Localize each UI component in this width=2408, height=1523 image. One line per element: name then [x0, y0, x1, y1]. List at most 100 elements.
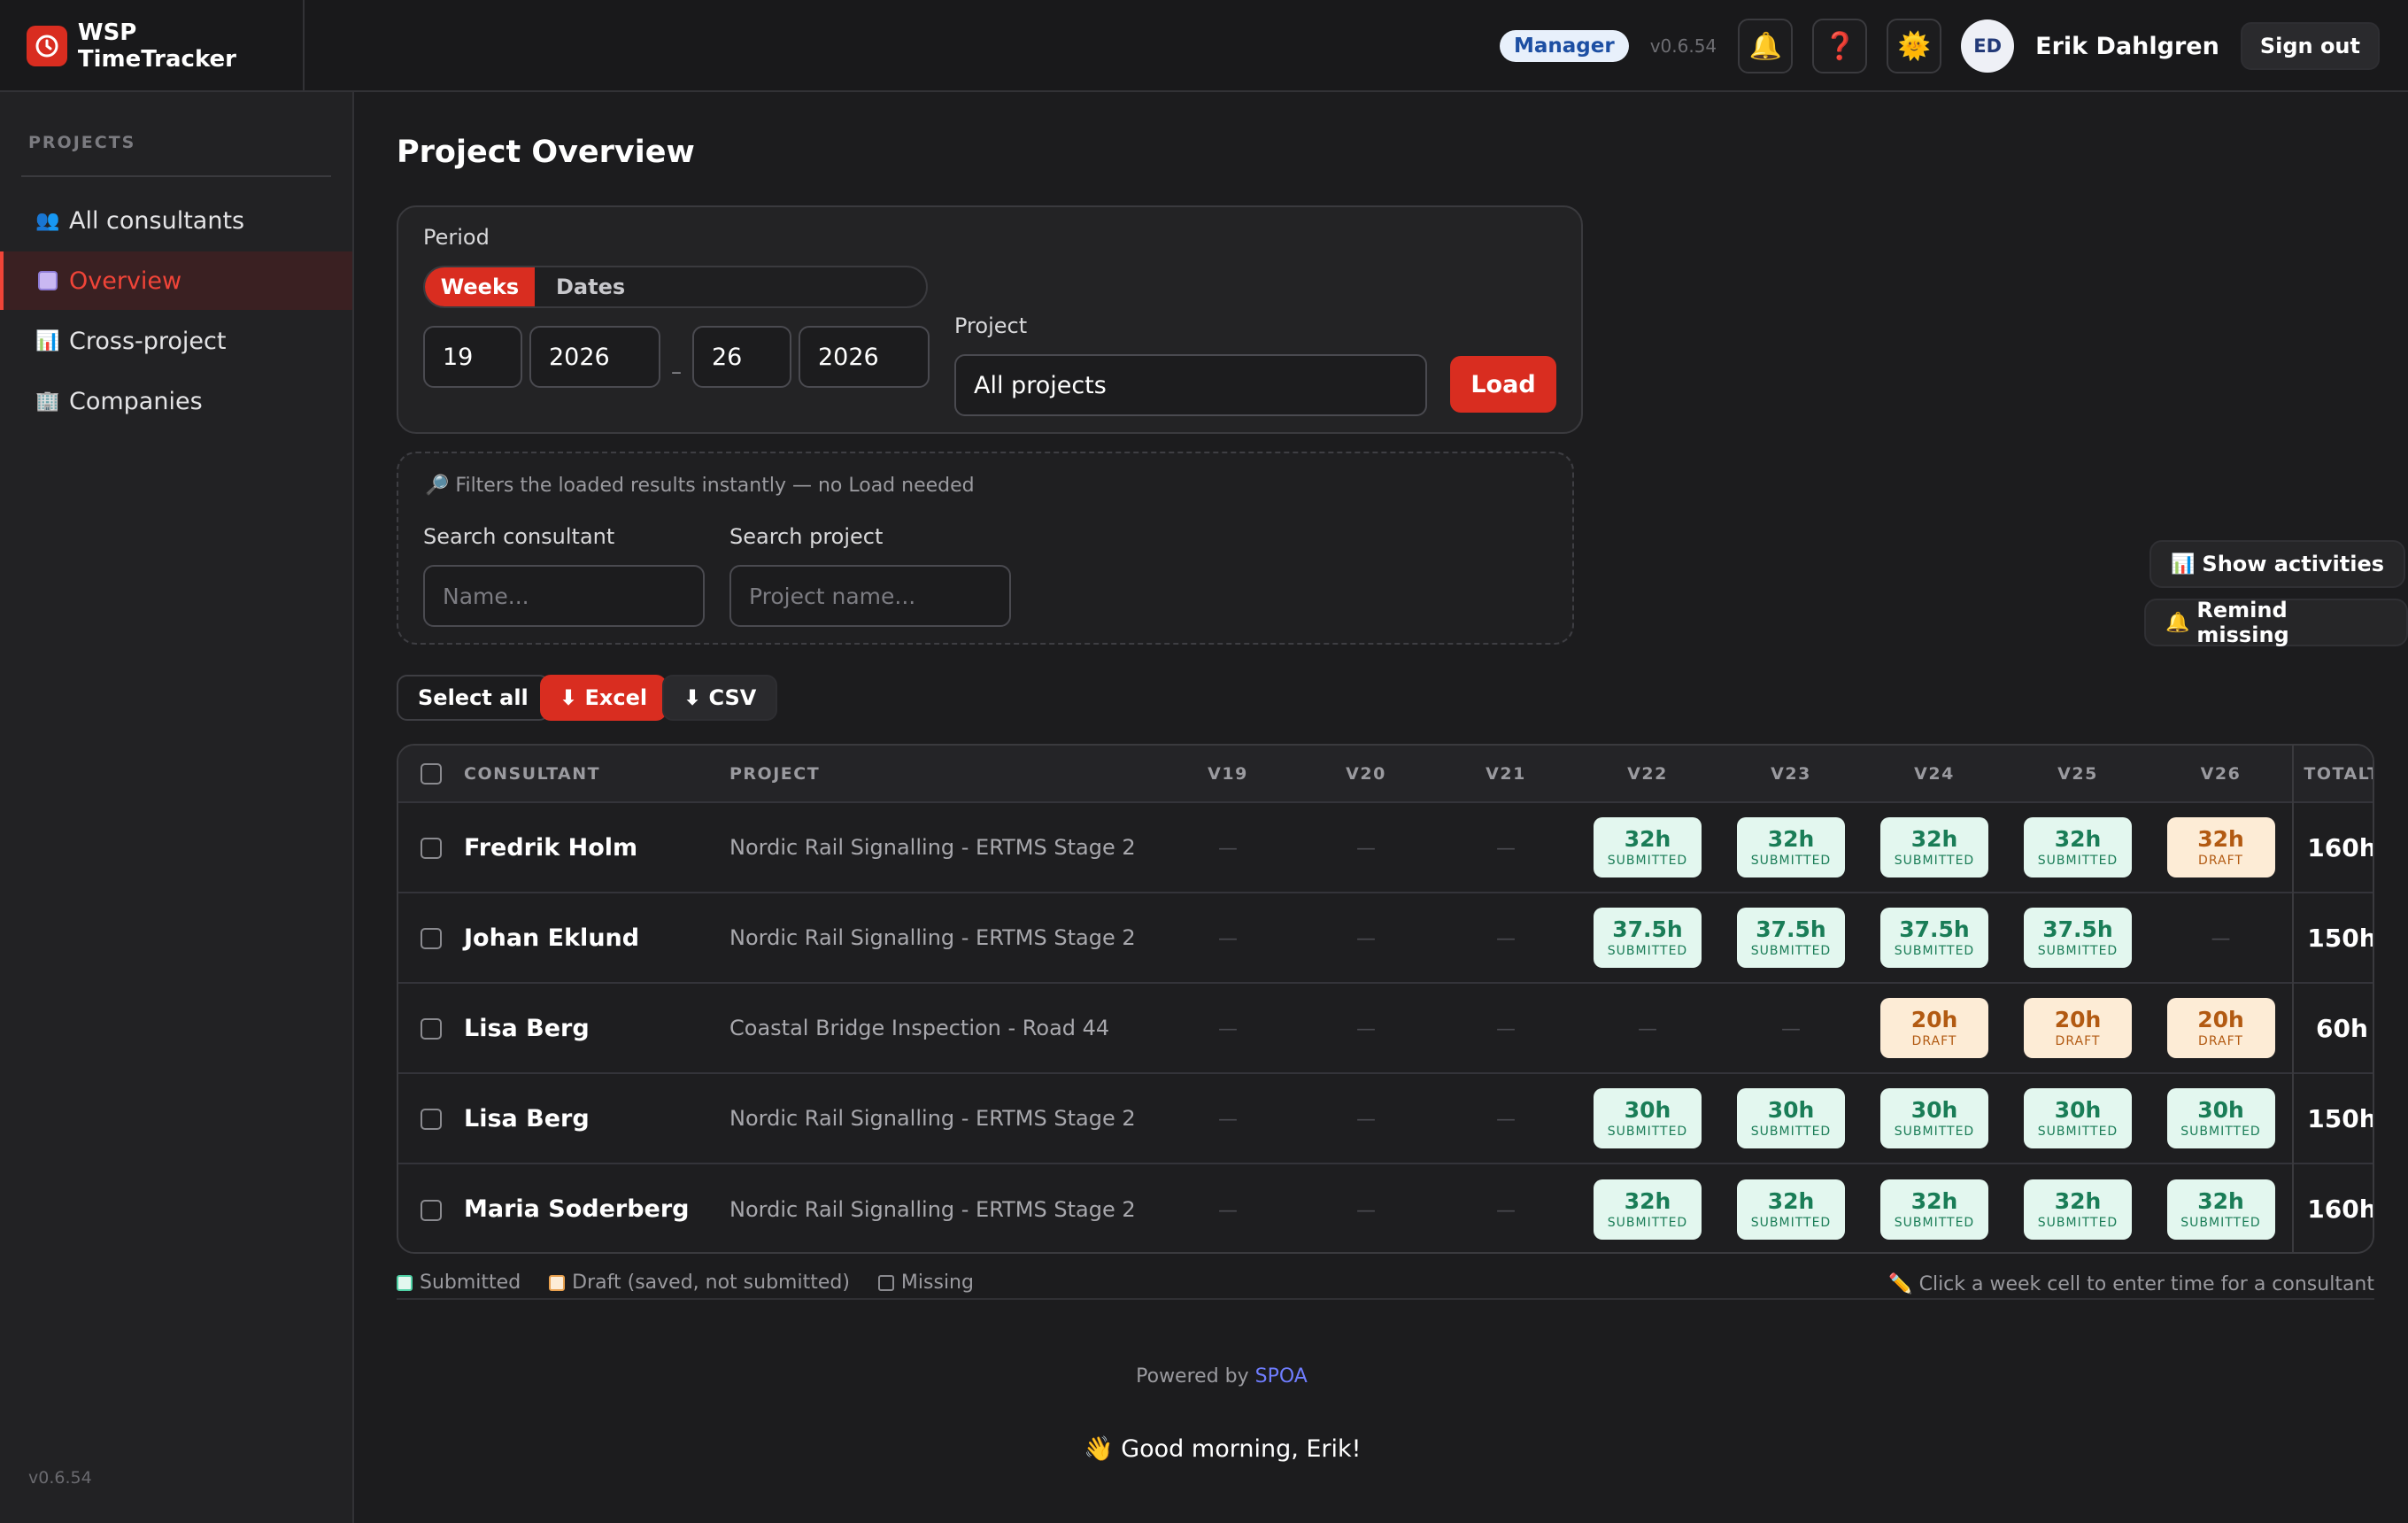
hours-value: 32h [1910, 826, 1958, 852]
row-checkbox[interactable] [421, 838, 442, 859]
empty-week-mark: — [1218, 928, 1238, 950]
week-cell[interactable]: 32h SUBMITTED [1576, 802, 1719, 893]
week-cell[interactable]: 32h SUBMITTED [1863, 802, 2006, 893]
sidebar-item-cross-project[interactable]: 📊 Cross-project [0, 312, 352, 370]
submitted-hours-chip[interactable]: 32h SUBMITTED [1880, 817, 1988, 877]
draft-hours-chip[interactable]: 20h DRAFT [1880, 998, 1988, 1058]
help-button[interactable]: ❓ [1812, 19, 1868, 73]
submitted-hours-chip[interactable]: 30h SUBMITTED [1880, 1088, 1988, 1148]
sidebar-item-companies[interactable]: 🏢 Companies [0, 372, 352, 430]
week-cell[interactable]: — [1160, 1073, 1296, 1164]
week-cell[interactable]: — [1576, 983, 1719, 1073]
week-cell[interactable]: 32h SUBMITTED [2006, 802, 2149, 893]
dates-mode-button[interactable]: Dates [535, 267, 625, 306]
submitted-hours-chip[interactable]: 37.5h SUBMITTED [1737, 908, 1845, 968]
brand[interactable]: WSP TimeTracker [27, 0, 305, 92]
from-week-input[interactable]: 19 [423, 326, 522, 388]
week-cell[interactable]: — [1436, 802, 1576, 893]
row-checkbox[interactable] [421, 1018, 442, 1040]
project-select[interactable]: All projects [954, 354, 1427, 416]
submitted-hours-chip[interactable]: 32h SUBMITTED [2024, 817, 2132, 877]
week-cell[interactable]: — [1436, 1073, 1576, 1164]
submitted-hours-chip[interactable]: 32h SUBMITTED [1594, 1179, 1702, 1240]
to-year-input[interactable]: 2026 [799, 326, 930, 388]
select-all-checkbox[interactable] [421, 762, 442, 785]
submitted-hours-chip[interactable]: 37.5h SUBMITTED [1880, 908, 1988, 968]
week-cell[interactable]: — [2149, 893, 2293, 983]
week-cell[interactable]: 20h DRAFT [1863, 983, 2006, 1073]
submitted-hours-chip[interactable]: 37.5h SUBMITTED [1594, 908, 1702, 968]
header-consultant[interactable]: CONSULTANT [464, 746, 729, 802]
week-cell[interactable]: — [1436, 893, 1576, 983]
search-consultant-input[interactable] [425, 567, 703, 625]
week-cell[interactable]: 32h SUBMITTED [2149, 1164, 2293, 1252]
to-week-input[interactable]: 26 [692, 326, 791, 388]
select-all-button[interactable]: Select all [397, 675, 550, 721]
submitted-hours-chip[interactable]: 30h SUBMITTED [2166, 1088, 2275, 1148]
week-cell[interactable]: 30h SUBMITTED [1863, 1073, 2006, 1164]
submitted-hours-chip[interactable]: 30h SUBMITTED [1737, 1088, 1845, 1148]
week-cell[interactable]: 30h SUBMITTED [1576, 1073, 1719, 1164]
row-checkbox[interactable] [421, 928, 442, 949]
submitted-hours-chip[interactable]: 32h SUBMITTED [1880, 1179, 1988, 1240]
hours-value: 32h [1767, 826, 1815, 852]
week-cell[interactable]: 20h DRAFT [2006, 983, 2149, 1073]
week-cell[interactable]: — [1296, 802, 1436, 893]
week-cell[interactable]: 20h DRAFT [2149, 983, 2293, 1073]
week-cell[interactable]: — [1296, 893, 1436, 983]
weeks-mode-button[interactable]: Weeks [425, 267, 535, 306]
week-cell[interactable]: 37.5h SUBMITTED [2006, 893, 2149, 983]
sign-out-button[interactable]: Sign out [2240, 22, 2380, 70]
week-cell[interactable]: — [1436, 983, 1576, 1073]
submitted-hours-chip[interactable]: 32h SUBMITTED [1737, 1179, 1845, 1240]
export-excel-button[interactable]: ⬇ Excel [540, 675, 668, 721]
week-cell[interactable]: 37.5h SUBMITTED [1719, 893, 1863, 983]
submitted-hours-chip[interactable]: 30h SUBMITTED [2024, 1088, 2132, 1148]
submitted-hours-chip[interactable]: 32h SUBMITTED [2024, 1179, 2132, 1240]
week-cell[interactable]: 30h SUBMITTED [2149, 1073, 2293, 1164]
hours-value: 37.5h [2042, 916, 2113, 942]
export-csv-button[interactable]: ⬇ CSV [662, 675, 778, 721]
spoa-link[interactable]: SPOA [1255, 1365, 1308, 1388]
theme-toggle-button[interactable]: 🌞 [1887, 19, 1942, 73]
week-cell[interactable]: — [1296, 1073, 1436, 1164]
row-checkbox[interactable] [421, 1109, 442, 1130]
week-cell[interactable]: — [1296, 1164, 1436, 1252]
week-cell[interactable]: — [1160, 1164, 1296, 1252]
avatar[interactable]: ED [1961, 19, 2015, 73]
submitted-hours-chip[interactable]: 32h SUBMITTED [1594, 817, 1702, 877]
week-cell[interactable]: 30h SUBMITTED [1719, 1073, 1863, 1164]
week-cell[interactable]: 32h SUBMITTED [1719, 802, 1863, 893]
week-cell[interactable]: 32h SUBMITTED [2006, 1164, 2149, 1252]
week-cell[interactable]: 37.5h SUBMITTED [1576, 893, 1719, 983]
sidebar-item-overview[interactable]: Overview [0, 251, 352, 310]
show-activities-button[interactable]: 📊 Show activities [2149, 540, 2406, 588]
week-cell[interactable]: — [1160, 802, 1296, 893]
week-cell[interactable]: 32h DRAFT [2149, 802, 2293, 893]
row-checkbox[interactable] [421, 1199, 442, 1221]
load-button[interactable]: Load [1450, 356, 1556, 413]
notifications-button[interactable]: 🔔 [1738, 19, 1794, 73]
search-project-input[interactable] [731, 567, 1009, 625]
week-cell[interactable]: — [1436, 1164, 1576, 1252]
week-cell[interactable]: 30h SUBMITTED [2006, 1073, 2149, 1164]
week-cell[interactable]: — [1160, 893, 1296, 983]
week-cell[interactable]: 37.5h SUBMITTED [1863, 893, 2006, 983]
week-cell[interactable]: — [1296, 983, 1436, 1073]
from-year-input[interactable]: 2026 [529, 326, 660, 388]
submitted-hours-chip[interactable]: 37.5h SUBMITTED [2024, 908, 2132, 968]
draft-hours-chip[interactable]: 20h DRAFT [2024, 998, 2132, 1058]
submitted-hours-chip[interactable]: 32h SUBMITTED [2166, 1179, 2275, 1240]
remind-missing-button[interactable]: 🔔 Remind missing [2144, 598, 2408, 647]
header-project[interactable]: PROJECT [729, 746, 1160, 802]
submitted-hours-chip[interactable]: 30h SUBMITTED [1594, 1088, 1702, 1148]
week-cell[interactable]: 32h SUBMITTED [1863, 1164, 2006, 1252]
week-cell[interactable]: 32h SUBMITTED [1576, 1164, 1719, 1252]
draft-hours-chip[interactable]: 20h DRAFT [2166, 998, 2275, 1058]
week-cell[interactable]: — [1160, 983, 1296, 1073]
week-cell[interactable]: 32h SUBMITTED [1719, 1164, 1863, 1252]
submitted-hours-chip[interactable]: 32h SUBMITTED [1737, 817, 1845, 877]
sidebar-item-all-consultants[interactable]: 👥 All consultants [0, 191, 352, 250]
draft-hours-chip[interactable]: 32h DRAFT [2166, 817, 2275, 877]
week-cell[interactable]: — [1719, 983, 1863, 1073]
